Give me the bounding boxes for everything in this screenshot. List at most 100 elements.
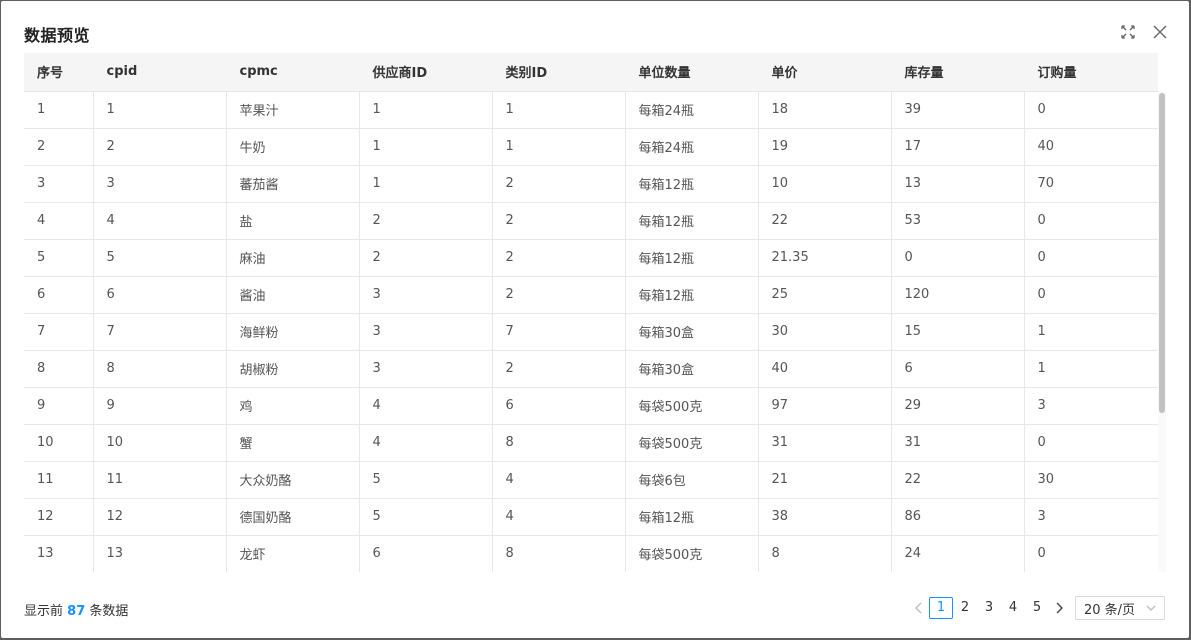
table-header: 序号 cpid cpmc 供应商ID 类别ID 单位数量 单价 库存量 订购量	[24, 53, 1158, 92]
table-cell: 3	[359, 350, 493, 388]
table-scrollbar-thumb[interactable]	[1159, 93, 1165, 413]
page-item-1[interactable]: 1	[929, 597, 953, 619]
table-cell: 11	[24, 461, 94, 499]
table-cell: 0	[891, 239, 1025, 277]
table-cell: 31	[891, 424, 1025, 462]
table-cell: 1	[24, 91, 94, 129]
table-cell: 3	[359, 313, 493, 351]
table-row[interactable]: 2 2 牛奶 1 1 每箱24瓶 19 17 40	[24, 128, 1158, 166]
table-cell: 3	[359, 276, 493, 314]
table-cell: 22	[891, 461, 1025, 499]
table-row[interactable]: 12 12 德国奶酪 5 4 每箱12瓶 38 86 3	[24, 498, 1158, 536]
table-row[interactable]: 6 6 酱油 3 2 每箱12瓶 25 120 0	[24, 276, 1158, 314]
table-cell: 牛奶	[226, 128, 360, 166]
table-cell: 海鲜粉	[226, 313, 360, 351]
table-cell: 13	[93, 535, 227, 572]
summary-suffix: 条数据	[89, 604, 129, 619]
table-cell: 38	[758, 498, 892, 536]
table-cell: 2	[24, 128, 94, 166]
page-size-select[interactable]: 20 条/页	[1075, 596, 1165, 620]
table-cell: 2	[492, 350, 626, 388]
column-header: 类别ID	[492, 53, 626, 92]
table-cell: 6	[93, 276, 227, 314]
table-cell: 6	[359, 535, 493, 572]
table-cell: 13	[24, 535, 94, 572]
table-cell: 2	[492, 239, 626, 277]
data-preview-modal: 数据预览 序号 cpid cpmc 供应商ID 类别ID 单位数量 单价 库存量 订购量	[1, 1, 1189, 638]
pagination: 12345 20 条/页	[909, 596, 1165, 620]
fullscreen-button[interactable]	[1119, 23, 1137, 41]
table-cell: 蕃茄酱	[226, 165, 360, 203]
table-cell: 24	[891, 535, 1025, 572]
column-header: 单价	[758, 53, 892, 92]
table-cell: 6	[24, 276, 94, 314]
table-cell: 5	[24, 239, 94, 277]
modal-title: 数据预览	[24, 26, 91, 45]
table-cell: 大众奶酪	[226, 461, 360, 499]
table-cell: 蟹	[226, 424, 360, 462]
table-cell: 21	[758, 461, 892, 499]
table-cell: 3	[1024, 498, 1158, 536]
chevron-right-icon	[1056, 602, 1063, 614]
table-cell: 每箱12瓶	[625, 498, 759, 536]
page-item-4[interactable]: 4	[1001, 597, 1025, 619]
chevron-down-icon	[1146, 605, 1156, 611]
table-cell: 0	[1024, 276, 1158, 314]
modal-header: 数据预览	[1, 1, 1189, 53]
table-cell: 6	[891, 350, 1025, 388]
close-button[interactable]	[1151, 23, 1169, 41]
table-cell: 15	[891, 313, 1025, 351]
table-cell: 7	[24, 313, 94, 351]
table-cell: 10	[758, 165, 892, 203]
table-cell: 每袋6包	[625, 461, 759, 499]
table-cell: 鸡	[226, 387, 360, 425]
table-cell: 2	[93, 128, 227, 166]
page-size-value: 20 条/页	[1084, 602, 1136, 618]
table-row[interactable]: 10 10 蟹 4 8 每袋500克 31 31 0	[24, 424, 1158, 462]
page-item-5[interactable]: 5	[1025, 597, 1049, 619]
chevron-left-icon	[915, 602, 922, 614]
table-cell: 7	[93, 313, 227, 351]
prev-page-button[interactable]	[909, 597, 929, 619]
table-cell: 5	[359, 461, 493, 499]
table-cell: 8	[492, 535, 626, 572]
table-row[interactable]: 4 4 盐 2 2 每箱12瓶 22 53 0	[24, 202, 1158, 240]
table-row[interactable]: 11 11 大众奶酪 5 4 每袋6包 21 22 30	[24, 461, 1158, 499]
table-cell: 97	[758, 387, 892, 425]
table-cell: 每袋500克	[625, 387, 759, 425]
table-cell: 每箱12瓶	[625, 239, 759, 277]
table-row[interactable]: 5 5 麻油 2 2 每箱12瓶 21.35 0 0	[24, 239, 1158, 277]
data-table-container[interactable]: 序号 cpid cpmc 供应商ID 类别ID 单位数量 单价 库存量 订购量 1 1 苹果汁 1 1 每…	[24, 53, 1166, 572]
next-page-button[interactable]	[1049, 597, 1069, 619]
table-cell: 2	[492, 202, 626, 240]
table-row[interactable]: 7 7 海鲜粉 3 7 每箱30盒 30 15 1	[24, 313, 1158, 351]
table-row[interactable]: 8 8 胡椒粉 3 2 每箱30盒 40 6 1	[24, 350, 1158, 388]
table-cell: 8	[492, 424, 626, 462]
table-body: 1 1 苹果汁 1 1 每箱24瓶 18 39 0 2 2 牛奶 1 1 每箱24瓶 19 17 40 3 3 蕃茄酱 1…	[24, 91, 1158, 572]
page-item-2[interactable]: 2	[953, 597, 977, 619]
table-row[interactable]: 13 13 龙虾 6 8 每袋500克 8 24 0	[24, 535, 1158, 572]
summary-prefix: 显示前	[24, 604, 64, 619]
table-row[interactable]: 9 9 鸡 4 6 每袋500克 97 29 3	[24, 387, 1158, 425]
table-cell: 每箱12瓶	[625, 165, 759, 203]
summary-count: 87	[67, 604, 86, 619]
column-header: cpid	[93, 53, 227, 92]
table-cell: 盐	[226, 202, 360, 240]
table-cell: 2	[359, 202, 493, 240]
page-item-3[interactable]: 3	[977, 597, 1001, 619]
table-cell: 2	[359, 239, 493, 277]
table-row[interactable]: 3 3 蕃茄酱 1 2 每箱12瓶 10 13 70	[24, 165, 1158, 203]
table-cell: 1	[359, 165, 493, 203]
column-header: 单位数量	[625, 53, 759, 92]
table-cell: 0	[1024, 202, 1158, 240]
column-header: 库存量	[891, 53, 1025, 92]
table-row[interactable]: 1 1 苹果汁 1 1 每箱24瓶 18 39 0	[24, 91, 1158, 129]
table-cell: 39	[891, 91, 1025, 129]
table-cell: 70	[1024, 165, 1158, 203]
table-cell: 8	[758, 535, 892, 572]
table-cell: 酱油	[226, 276, 360, 314]
column-header: 订购量	[1024, 53, 1158, 92]
table-cell: 8	[93, 350, 227, 388]
table-cell: 0	[1024, 535, 1158, 572]
table-cell: 25	[758, 276, 892, 314]
